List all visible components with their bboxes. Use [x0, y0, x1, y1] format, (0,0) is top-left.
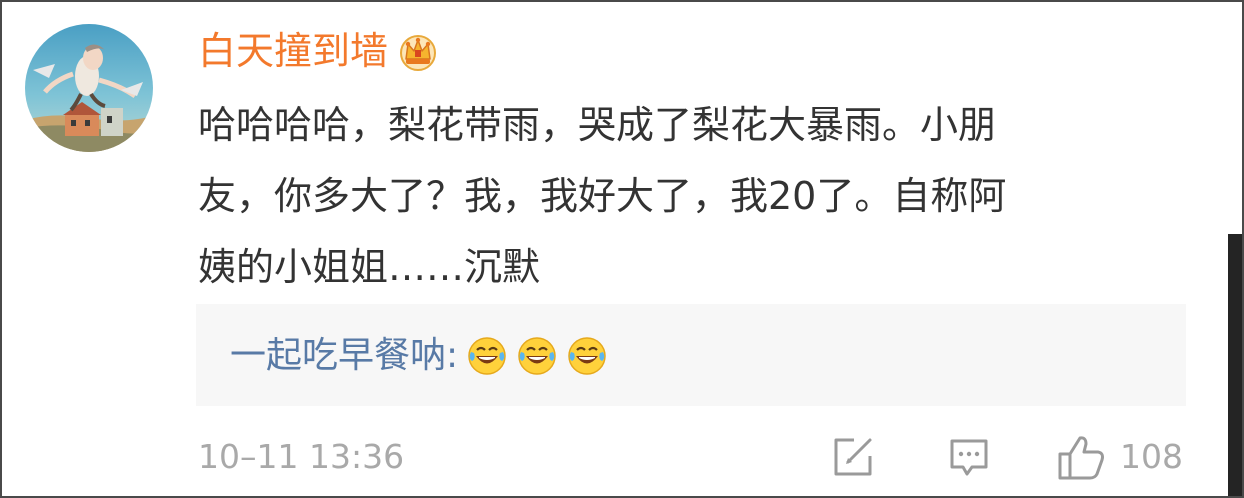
reply-preview[interactable]: 一起吃早餐呐: — [196, 304, 1186, 406]
comment-line: 哈哈哈哈，梨花带雨，哭成了梨花大暴雨。小朋 — [198, 103, 997, 147]
like-button[interactable]: 108 — [1056, 432, 1183, 482]
reply-author[interactable]: 一起吃早餐呐: — [230, 330, 458, 382]
thumbs-up-icon — [1058, 436, 1104, 480]
crown-badge-icon[interactable] — [396, 29, 440, 73]
avatar[interactable] — [25, 24, 153, 152]
laughing-tears-emoji — [566, 335, 608, 377]
like-count: 108 — [1120, 437, 1183, 476]
comment-button[interactable] — [946, 432, 992, 482]
comment-bubble-icon — [950, 439, 988, 476]
comment-text: 哈哈哈哈，梨花带雨，哭成了梨花大暴雨。小朋 友，你多大了？我，我好大了，我20了… — [198, 90, 1188, 303]
comment-line: 友，你多大了？我，我好大了，我20了。自称阿 — [198, 174, 1007, 218]
username[interactable]: 白天撞到墙 — [198, 26, 388, 76]
username-row: 白天撞到墙 — [198, 26, 440, 76]
laughing-tears-emoji — [516, 335, 558, 377]
forward-button[interactable] — [830, 432, 876, 482]
laughing-tears-emoji — [466, 335, 508, 377]
scrollbar[interactable] — [1228, 234, 1242, 496]
comment-card: 白天撞到墙 哈哈哈哈，梨花带雨，哭成了梨花大暴雨。小朋 友，你多大了？我，我好大… — [0, 0, 1244, 498]
comment-line: 姨的小姐姐……沉默 — [198, 245, 541, 289]
reply-line: 一起吃早餐呐: — [230, 330, 608, 382]
timestamp: 10–11 13:36 — [198, 437, 405, 476]
forward-edit-icon — [834, 438, 872, 476]
avatar-image — [25, 24, 153, 152]
